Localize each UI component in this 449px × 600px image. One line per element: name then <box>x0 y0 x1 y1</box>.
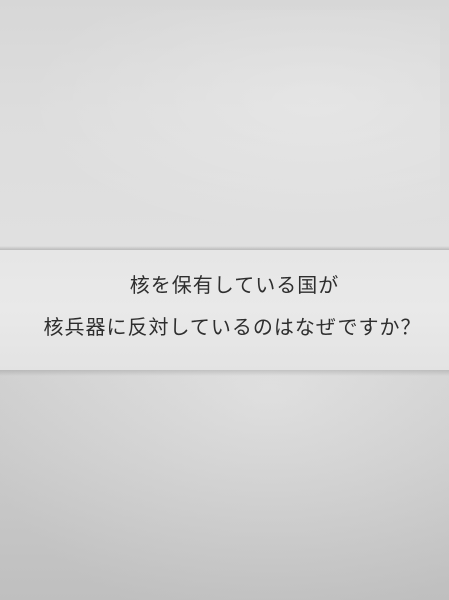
upper-paper-sheet <box>0 0 449 250</box>
question-line-2: 核兵器に反対しているのはなぜですか？ <box>0 315 449 339</box>
lower-paper-sheet <box>0 370 449 600</box>
paper-strip <box>0 250 449 370</box>
question-line-1-text: 核を保有している国が <box>129 273 340 297</box>
question-line-1: 核を保有している国が <box>0 273 449 297</box>
strip-bottom-shadow <box>0 370 449 376</box>
light-glow <box>20 10 440 240</box>
question-line-2-text: 核兵器に反対しているのはなぜですか？ <box>43 315 422 339</box>
lower-vignette <box>0 370 449 600</box>
photo-scene: 核を保有している国が 核兵器に反対しているのはなぜですか？ <box>0 0 449 600</box>
